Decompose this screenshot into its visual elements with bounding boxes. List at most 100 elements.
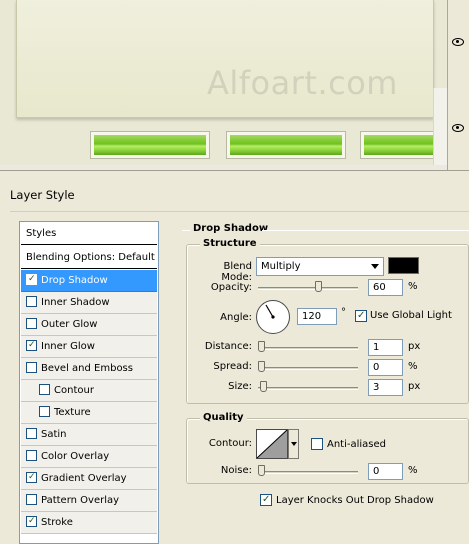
inner-glow-checkbox[interactable] xyxy=(26,340,37,351)
angle-label: Angle: xyxy=(220,312,252,323)
size-unit: px xyxy=(408,381,421,392)
distance-field[interactable]: 1 xyxy=(368,339,403,356)
anti-aliased-checkbox[interactable] xyxy=(311,438,323,450)
chevron-down-icon xyxy=(371,264,379,269)
list-item-label: Contour xyxy=(54,385,94,396)
drop-shadow-title: Drop Shadow xyxy=(193,223,269,234)
canvas-scrollbar[interactable] xyxy=(433,88,447,165)
blend-mode-label: Blend Mode: xyxy=(221,261,252,283)
spread-slider-thumb[interactable] xyxy=(258,361,265,372)
texture-checkbox[interactable] xyxy=(39,406,50,417)
list-item-label: Color Overlay xyxy=(41,451,110,462)
list-item-label: Gradient Overlay xyxy=(41,473,127,484)
size-slider-thumb[interactable] xyxy=(260,381,267,392)
blend-mode-select[interactable]: Multiply xyxy=(256,257,384,276)
contour-label: Contour: xyxy=(208,438,252,449)
spread-unit: % xyxy=(408,361,418,372)
angle-field[interactable]: 120 xyxy=(297,308,337,325)
styles-list: Styles Blending Options: Default Drop Sh… xyxy=(19,221,159,544)
canvas-panel-image: Alfoart.com xyxy=(16,0,434,118)
list-item-stroke[interactable]: Stroke xyxy=(21,512,157,534)
contour-dropdown-button[interactable] xyxy=(288,429,299,459)
eye-icon[interactable] xyxy=(448,32,469,52)
noise-slider-thumb[interactable] xyxy=(258,465,265,476)
noise-field[interactable]: 0 xyxy=(368,463,403,480)
angle-needle-icon xyxy=(265,304,275,319)
shadow-color-swatch[interactable] xyxy=(388,257,419,274)
opacity-label: Opacity: xyxy=(210,282,252,293)
green-button-graphic xyxy=(226,131,346,159)
distance-unit: px xyxy=(408,341,421,352)
list-item-pattern-overlay[interactable]: Pattern Overlay xyxy=(21,490,157,512)
layers-panel-strip xyxy=(447,0,469,170)
list-item-label: Stroke xyxy=(41,517,73,528)
size-field[interactable]: 3 xyxy=(368,379,403,396)
list-item-inner-glow[interactable]: Inner Glow xyxy=(21,336,157,358)
styles-header-label: Styles xyxy=(26,228,57,239)
blend-mode-value: Multiply xyxy=(261,261,301,272)
use-global-light-checkbox[interactable] xyxy=(355,310,367,322)
list-item-label: Drop Shadow xyxy=(41,275,108,286)
opacity-unit: % xyxy=(408,281,418,292)
outer-glow-checkbox[interactable] xyxy=(26,318,37,329)
stroke-checkbox[interactable] xyxy=(26,516,37,527)
document-canvas: Alfoart.com xyxy=(0,0,447,165)
opacity-field[interactable]: 60 xyxy=(368,279,403,296)
size-label: Size: xyxy=(228,381,252,392)
contour-curve-icon xyxy=(256,429,288,459)
green-button-graphic xyxy=(90,131,210,159)
spread-field[interactable]: 0 xyxy=(368,359,403,376)
distance-label: Distance: xyxy=(204,341,252,352)
eye-icon[interactable] xyxy=(448,118,469,138)
distance-slider[interactable] xyxy=(258,347,358,350)
list-item-outer-glow[interactable]: Outer Glow xyxy=(21,314,157,336)
list-item-label: Texture xyxy=(54,407,91,418)
angle-unit: ° xyxy=(341,307,346,318)
use-global-light-label[interactable]: Use Global Light xyxy=(370,310,452,321)
list-item-texture[interactable]: Texture xyxy=(21,402,157,424)
list-item-satin[interactable]: Satin xyxy=(21,424,157,446)
list-item-label: Pattern Overlay xyxy=(41,495,120,506)
list-item-drop-shadow[interactable]: Drop Shadow xyxy=(21,270,157,292)
green-button-graphic xyxy=(360,131,436,159)
spread-slider[interactable] xyxy=(258,367,358,370)
list-item-inner-shadow[interactable]: Inner Shadow xyxy=(21,292,157,314)
list-item-label: Outer Glow xyxy=(41,319,98,330)
styles-header[interactable]: Styles xyxy=(21,223,157,245)
list-item-contour[interactable]: Contour xyxy=(21,380,157,402)
anti-aliased-label[interactable]: Anti-aliased xyxy=(327,439,386,450)
drop-shadow-checkbox[interactable] xyxy=(26,274,37,285)
watermark-text: Alfoart.com xyxy=(207,64,398,102)
list-item-color-overlay[interactable]: Color Overlay xyxy=(21,446,157,468)
noise-label: Noise: xyxy=(220,465,252,476)
list-item-label: Satin xyxy=(41,429,67,440)
pattern-overlay-checkbox[interactable] xyxy=(26,494,37,505)
knocks-out-label[interactable]: Layer Knocks Out Drop Shadow xyxy=(276,495,434,506)
satin-checkbox[interactable] xyxy=(26,428,37,439)
angle-dial[interactable] xyxy=(256,300,290,334)
list-item-label: Inner Glow xyxy=(41,341,95,352)
contour-preview[interactable] xyxy=(256,429,288,459)
knocks-out-checkbox[interactable] xyxy=(260,494,272,506)
group-divider xyxy=(182,230,190,231)
noise-slider[interactable] xyxy=(258,471,358,474)
inner-shadow-checkbox[interactable] xyxy=(26,296,37,307)
size-slider[interactable] xyxy=(258,387,358,390)
layer-style-dialog: Layer Style Styles Blending Options: Def… xyxy=(0,170,469,544)
opacity-slider[interactable] xyxy=(258,287,358,290)
list-item-blending-options[interactable]: Blending Options: Default xyxy=(21,247,157,269)
list-item-label: Inner Shadow xyxy=(41,297,110,308)
noise-unit: % xyxy=(408,465,418,476)
contour-checkbox[interactable] xyxy=(39,384,50,395)
dialog-title: Layer Style xyxy=(10,188,75,202)
structure-title: Structure xyxy=(200,238,260,249)
bevel-emboss-checkbox[interactable] xyxy=(26,362,37,373)
opacity-slider-thumb[interactable] xyxy=(315,281,322,292)
color-overlay-checkbox[interactable] xyxy=(26,450,37,461)
list-item-gradient-overlay[interactable]: Gradient Overlay xyxy=(21,468,157,490)
distance-slider-thumb[interactable] xyxy=(258,341,265,352)
list-item-bevel-emboss[interactable]: Bevel and Emboss xyxy=(21,358,157,380)
list-item-label: Bevel and Emboss xyxy=(41,363,133,374)
quality-title: Quality xyxy=(200,412,247,423)
gradient-overlay-checkbox[interactable] xyxy=(26,472,37,483)
